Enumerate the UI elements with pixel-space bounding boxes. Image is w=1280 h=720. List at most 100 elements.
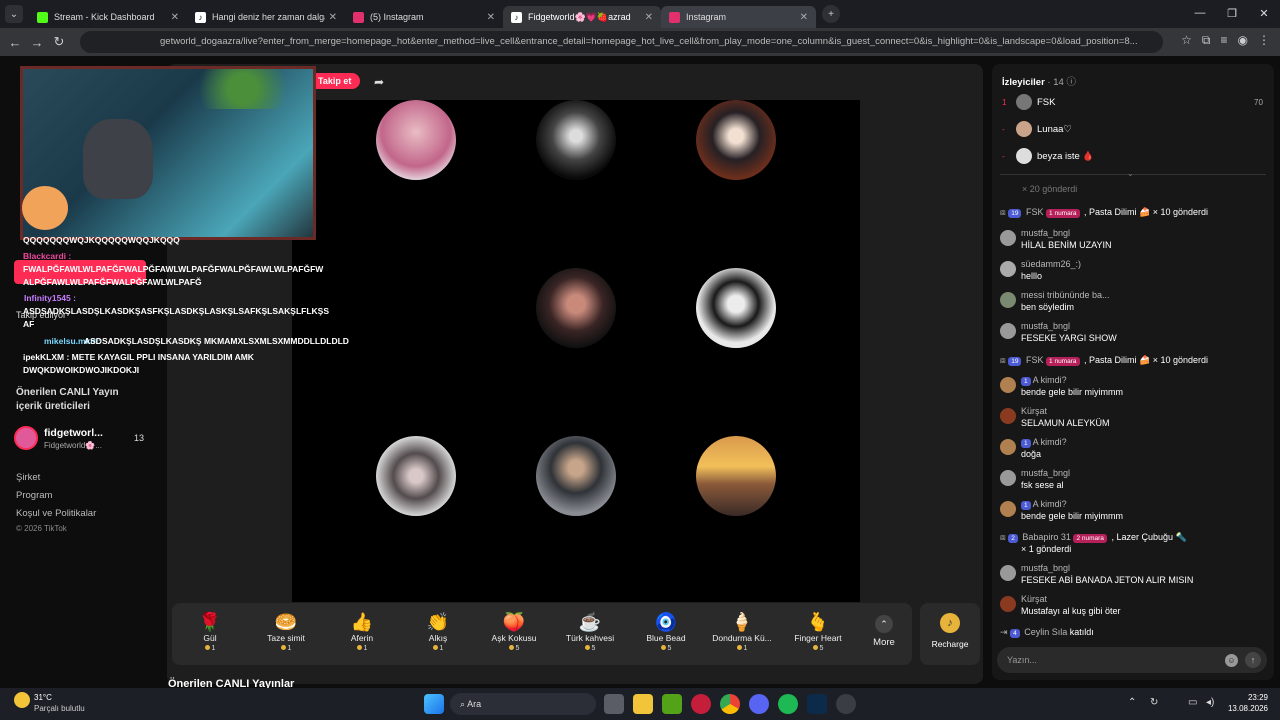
tab-search-button[interactable]: ⌄ [5,5,23,23]
url-input[interactable]: getworld_dogaazra/live?enter_from_merge=… [80,31,1163,53]
close-icon[interactable]: ✕ [329,12,337,23]
sync-icon[interactable]: ↻ [1150,697,1158,708]
avatar[interactable] [1000,408,1016,424]
guest-avatar-2[interactable] [536,100,616,180]
weather-icon[interactable] [14,692,30,708]
network-icon[interactable]: ▭ [1188,697,1197,708]
suggested-creator[interactable]: fidgetworl... Fidgetworld🌸... 13 [14,426,154,452]
chat-user[interactable]: FSK [1026,355,1044,365]
avatar[interactable] [1000,470,1016,486]
clock-time[interactable]: 23:29 [1234,693,1268,702]
weather-temp[interactable]: 31°C [34,693,52,702]
clock-date[interactable]: 13.08.2026 [1222,704,1268,713]
chat-user[interactable]: Babapiro 31 [1022,532,1071,542]
avatar[interactable] [1000,439,1016,455]
avatar[interactable] [1000,377,1016,393]
close-window-icon[interactable]: ✕ [1248,0,1280,26]
windows-start-icon[interactable] [424,694,444,714]
reading-list-icon[interactable]: ≡ [1221,33,1228,48]
avatar[interactable] [1000,323,1016,339]
recharge-button[interactable]: ♪ Recharge [920,603,980,665]
avatar[interactable] [1000,501,1016,517]
volume-icon[interactable]: ◂) [1206,697,1214,708]
chevron-up-icon[interactable]: ⌃ [1128,697,1136,708]
taskbar-search[interactable]: ⌕ Ara [450,693,596,715]
close-icon[interactable]: ✕ [800,12,808,23]
file-explorer-icon[interactable] [633,694,653,714]
spotify-icon[interactable] [778,694,798,714]
chat-user[interactable]: Ceylin Sıla [1024,627,1067,637]
info-icon[interactable]: ⓘ [1066,77,1076,88]
photoshop-icon[interactable] [807,694,827,714]
link-company[interactable]: Şirket [16,472,40,483]
guest-avatar-6[interactable] [376,436,456,516]
task-view-icon[interactable] [604,694,624,714]
gift-item[interactable]: 🧿 Blue Bead 5 [628,611,704,652]
maximize-icon[interactable]: ❐ [1216,0,1248,26]
minimize-icon[interactable]: — [1184,0,1216,26]
guest-avatar-5[interactable] [696,268,776,348]
kick-app-icon[interactable] [662,694,682,714]
link-program[interactable]: Program [16,490,52,501]
chat-user[interactable]: mustfa_bngl [1021,468,1070,478]
guest-avatar-3[interactable] [696,100,776,180]
share-icon[interactable]: ➦ [374,75,384,89]
bookmark-star-icon[interactable]: ☆ [1181,33,1192,48]
obs-icon[interactable] [836,694,856,714]
gift-item[interactable]: 🌹 Gül 1 [172,611,248,652]
gift-item[interactable]: 👏 Alkış 1 [400,611,476,652]
chat-user[interactable]: messi tribününde ba... [1021,290,1110,300]
guest-avatar-8[interactable] [696,436,776,516]
new-tab-button[interactable]: + [822,5,840,23]
reload-icon[interactable]: ↻ [48,34,70,50]
guest-avatar-7[interactable] [536,436,616,516]
avatar[interactable] [1000,261,1016,277]
gift-item[interactable]: 🍦 Dondurma Kü... 1 [704,611,780,652]
chat-user[interactable]: FSK [1026,207,1044,217]
tab-instagram-2[interactable]: Instagram ✕ [661,6,816,28]
opera-icon[interactable] [691,694,711,714]
gift-item[interactable]: 👍 Aferin 1 [324,611,400,652]
guest-avatar-4[interactable] [536,268,616,348]
emoji-icon[interactable]: ☺ [1225,654,1238,667]
viewer-row[interactable]: - beyza iste 🩸 [1002,146,1094,166]
chat-user[interactable]: mustfa_bngl [1021,228,1070,238]
chat-user[interactable]: süedamm26_:) [1021,259,1081,269]
avatar[interactable] [1000,565,1016,581]
gift-item[interactable]: ☕ Türk kahvesi 5 [552,611,628,652]
back-icon[interactable]: ← [4,35,26,50]
gift-item[interactable]: 🫰 Finger Heart 5 [780,611,856,652]
gift-item[interactable]: 🥯 Taze simit 1 [248,611,324,652]
live-video[interactable] [292,100,860,602]
viewer-row[interactable]: - Lunaa♡ [1002,119,1072,139]
close-icon[interactable]: ✕ [171,12,179,23]
avatar[interactable] [1000,230,1016,246]
tab-kick[interactable]: Stream - Kick Dashboard ✕ [29,6,187,28]
chrome-icon[interactable] [720,694,740,714]
chat-user[interactable]: A kimdi? [1033,437,1067,447]
more-gifts-button[interactable]: ⌃ More [856,611,912,648]
follow-button[interactable]: Takip et [309,73,361,89]
close-icon[interactable]: ✕ [487,12,495,23]
chat-user[interactable]: A kimdi? [1033,499,1067,509]
chat-user[interactable]: mustfa_bngl [1021,321,1070,331]
guest-avatar-1[interactable] [376,100,456,180]
chat-user[interactable]: A kimdi? [1033,375,1067,385]
menu-icon[interactable]: ⋮ [1258,33,1270,48]
gift-item[interactable]: 🍑 Aşk Kokusu 5 [476,611,552,652]
close-icon[interactable]: ✕ [645,12,653,23]
discord-icon[interactable] [749,694,769,714]
chat-user[interactable]: mustfa_bngl [1021,563,1070,573]
send-icon[interactable]: ↑ [1245,652,1261,668]
viewer-row[interactable]: 1 FSK 70 [1002,92,1263,112]
chat-user[interactable]: Kürşat [1021,406,1047,416]
chevron-down-icon[interactable]: ⌄ [1127,169,1134,178]
profile-icon[interactable]: ◉ [1238,33,1248,48]
tab-tiktok-live[interactable]: ♪ Fidgetworld🌸💗🍓azrad ✕ [503,6,661,28]
avatar[interactable] [1000,596,1016,612]
extensions-icon[interactable]: ⧉ [1202,33,1211,48]
link-terms[interactable]: Koşul ve Politikalar [16,508,96,519]
tab-instagram-1[interactable]: (5) Instagram ✕ [345,6,503,28]
forward-icon[interactable]: → [26,35,48,50]
chat-user[interactable]: Kürşat [1021,594,1047,604]
